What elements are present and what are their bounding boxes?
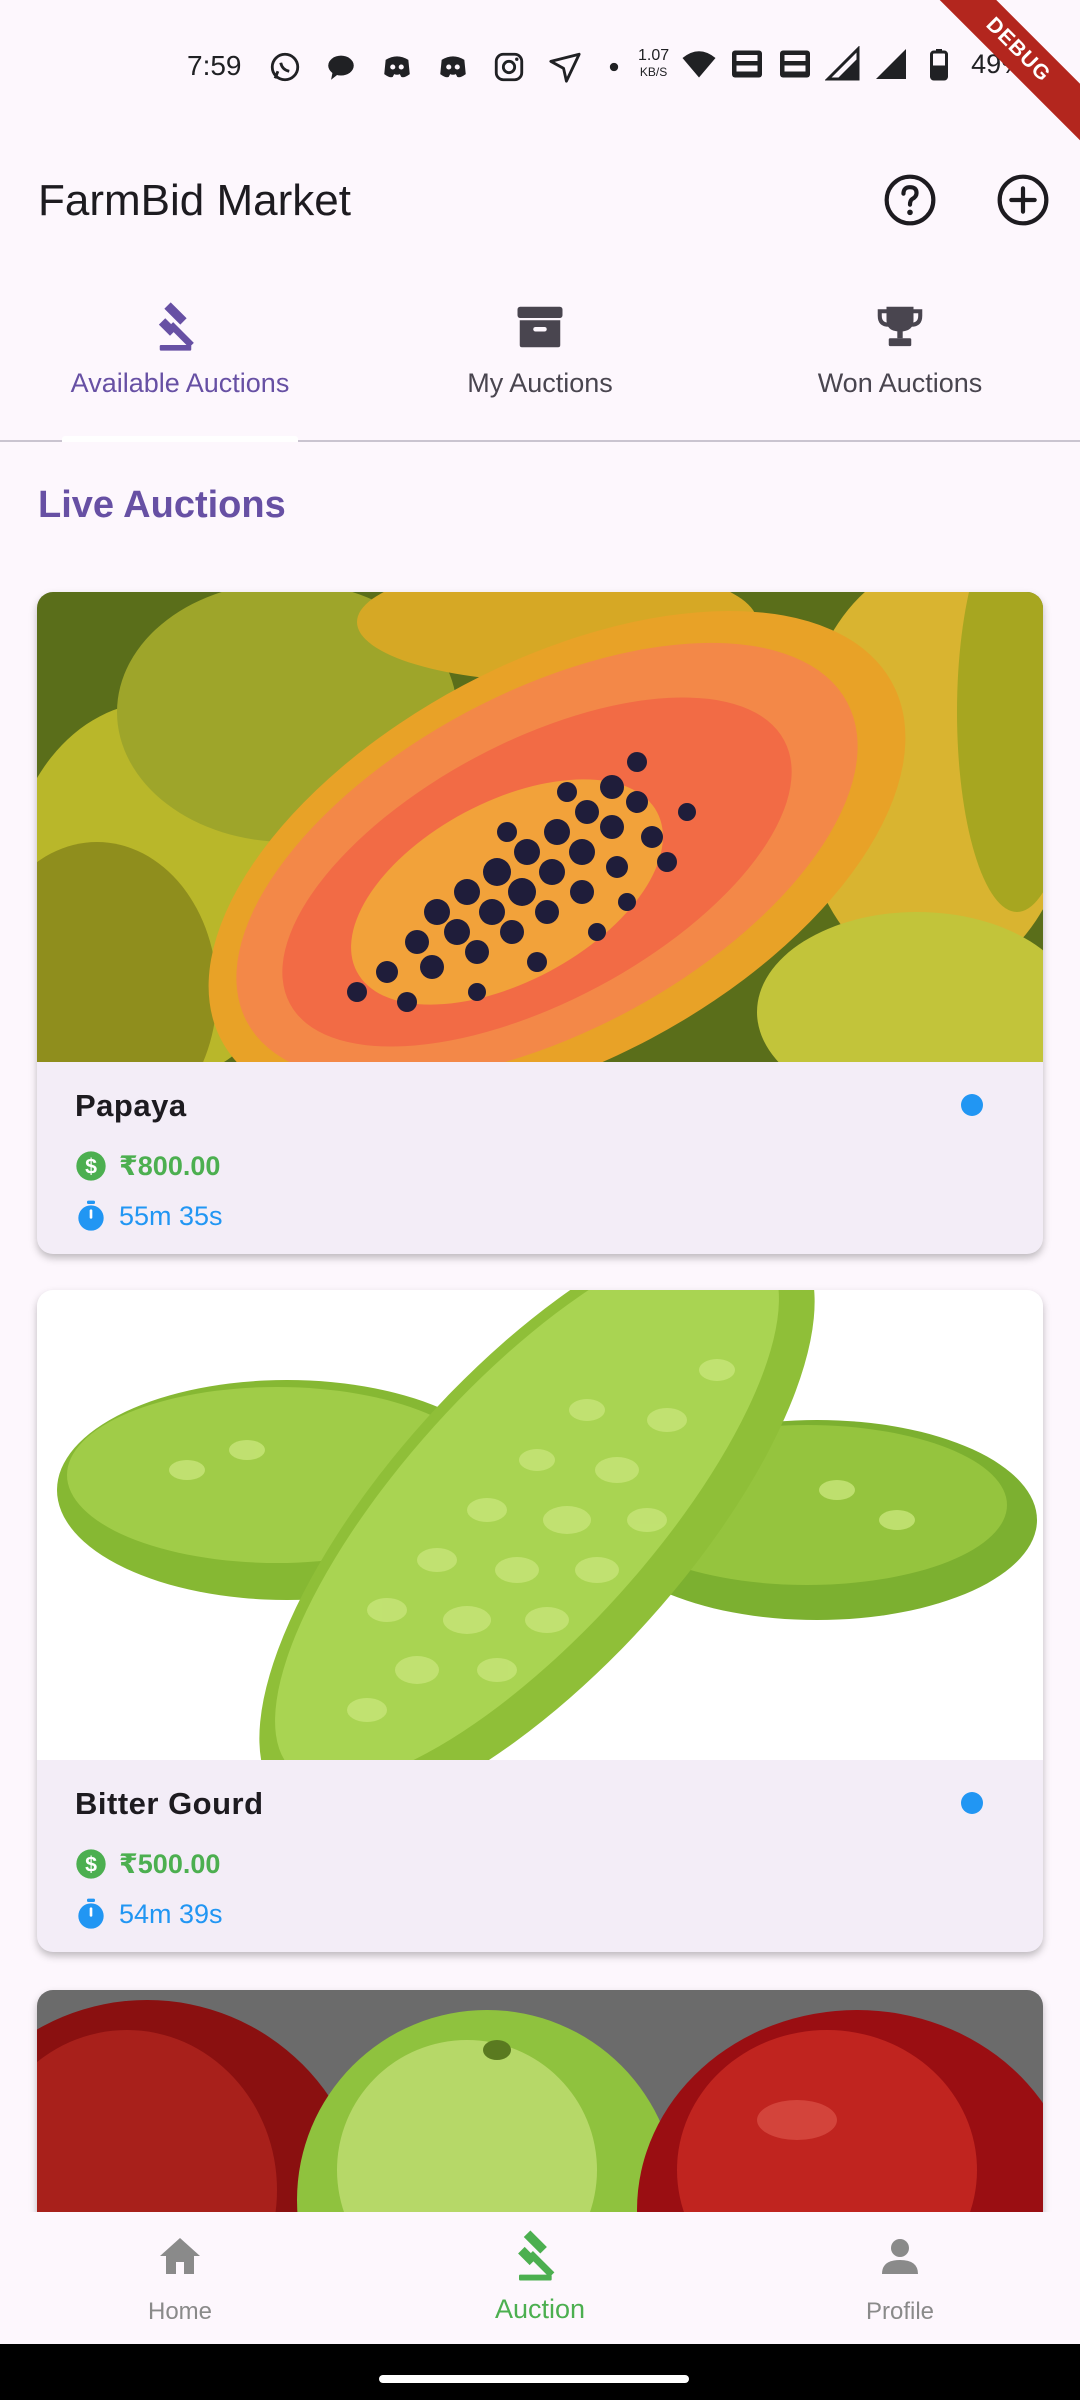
send-icon	[549, 52, 581, 83]
tab-indicator	[62, 436, 298, 442]
home-gesture-handle[interactable]	[379, 2375, 689, 2383]
time-remaining: 54m 39s	[119, 1898, 223, 1929]
current-bid-price: ₹500.00	[119, 1848, 221, 1879]
system-navigation-bar	[0, 2344, 1080, 2400]
nav-auction[interactable]: Auction	[360, 2212, 720, 2344]
net-speed: 1.07 KB/S	[638, 47, 670, 80]
auction-tabs: Available Auctions My Auctions Won Aucti…	[0, 290, 1080, 442]
live-status-dot	[961, 1792, 983, 1814]
timer-icon	[78, 1898, 104, 1929]
product-name: Bitter Gourd	[75, 1786, 264, 1821]
tab-label: Available Auctions	[70, 368, 290, 398]
status-time: 7:59	[187, 50, 242, 81]
tab-my-auctions[interactable]: My Auctions	[360, 290, 720, 440]
dollar-icon: $	[76, 1151, 106, 1181]
help-button[interactable]	[882, 172, 938, 228]
gavel-icon	[158, 302, 194, 351]
volte-icon	[780, 50, 811, 78]
product-image-bitter-gourd	[37, 1290, 1043, 1760]
trophy-icon	[877, 306, 923, 347]
discord-icon	[440, 56, 466, 78]
nav-profile[interactable]: Profile	[720, 2212, 1080, 2344]
bottom-navigation: Home Auction Profile	[0, 2212, 1080, 2344]
dollar-icon: $	[76, 1849, 106, 1879]
tab-label: My Auctions	[467, 368, 613, 398]
tab-won-auctions[interactable]: Won Auctions	[720, 290, 1080, 440]
wifi-icon	[682, 51, 716, 78]
time-row: 55m 35s	[75, 1200, 223, 1232]
price-row: $ ₹500.00	[75, 1848, 220, 1880]
product-name: Papaya	[75, 1088, 187, 1123]
live-status-dot	[961, 1094, 983, 1116]
auction-info: Papaya $ ₹800.00 55m 35s	[37, 1062, 1043, 1254]
timer-icon	[78, 1200, 104, 1231]
auction-card[interactable]: Bitter Gourd $ ₹500.00 54m 39s	[37, 1290, 1043, 1952]
nav-label: Home	[147, 2298, 213, 2325]
svg-text:$: $	[85, 1852, 97, 1876]
battery-icon	[930, 49, 949, 81]
signal-icon	[825, 46, 860, 81]
app-bar: FarmBid Market	[0, 150, 1080, 250]
time-remaining: 55m 35s	[119, 1200, 223, 1231]
auction-info: Bitter Gourd $ ₹500.00 54m 39s	[37, 1760, 1043, 1952]
tab-available-auctions[interactable]: Available Auctions	[0, 290, 360, 442]
nav-label: Auction	[494, 2294, 586, 2324]
tab-label: Won Auctions	[817, 368, 983, 398]
discord-icon	[384, 56, 410, 78]
whatsapp-icon	[270, 52, 300, 82]
system-icons: 1.07 KB/S 49%	[638, 46, 1025, 82]
person-icon	[882, 2239, 918, 2274]
svg-text:$: $	[85, 1154, 97, 1178]
auction-card[interactable]: Papaya $ ₹800.00 55m 35s	[37, 592, 1043, 1254]
chat-bubble-icon	[328, 55, 354, 80]
section-title: Live Auctions	[38, 484, 286, 526]
vowifi-icon	[732, 50, 763, 78]
archive-icon	[517, 306, 563, 348]
instagram-icon	[494, 52, 524, 82]
notification-icons	[268, 50, 624, 84]
gavel-icon	[518, 2230, 555, 2281]
time-row: 54m 39s	[75, 1898, 223, 1930]
home-icon	[160, 2238, 200, 2274]
signal-icon	[876, 49, 907, 79]
product-image-papaya	[37, 592, 1043, 1062]
page-title: FarmBid Market	[38, 176, 351, 225]
help-circle-icon	[884, 174, 936, 226]
nav-label: Profile	[865, 2298, 935, 2325]
add-circle-icon	[997, 174, 1049, 226]
current-bid-price: ₹800.00	[119, 1150, 221, 1181]
add-auction-button[interactable]	[995, 172, 1051, 228]
price-row: $ ₹800.00	[75, 1150, 220, 1182]
dot-icon	[609, 62, 619, 72]
status-bar: 7:59 1.07 KB/S 49% DEBUG	[0, 0, 1080, 149]
nav-home[interactable]: Home	[0, 2212, 360, 2344]
